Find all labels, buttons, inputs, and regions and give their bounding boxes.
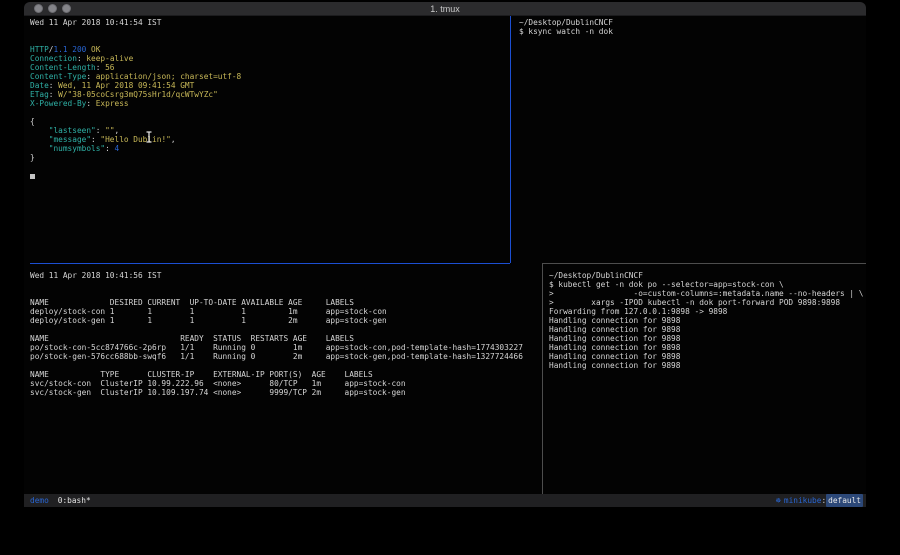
terminal-line: Content-Type: application/json; charset=… <box>30 72 510 81</box>
terminal-line: Handling connection for 9898 <box>549 343 866 352</box>
terminal-line: { <box>30 117 510 126</box>
terminal-line: Connection: keep-alive <box>30 54 510 63</box>
terminal-line: > -o=custom-columns=:metadata.name --no-… <box>549 289 866 298</box>
terminal-line: > xargs -IPOD kubectl -n dok port-forwar… <box>549 298 866 307</box>
terminal-line: $ kubectl get -n dok po --selector=app=s… <box>549 280 866 289</box>
terminal-line <box>30 325 542 334</box>
terminal-line: svc/stock-gen ClusterIP 10.109.197.74 <n… <box>30 388 542 397</box>
terminal-cursor <box>30 174 35 179</box>
terminal-line: Handling connection for 9898 <box>549 361 866 370</box>
pane-top-left-http-output[interactable]: Wed 11 Apr 2018 10:41:54 IST HTTP/1.1 200… <box>24 16 510 263</box>
session-name: demo <box>30 494 49 507</box>
terminal-line: Handling connection for 9898 <box>549 325 866 334</box>
terminal-line: } <box>30 153 510 162</box>
terminal-line: NAME DESIRED CURRENT UP-TO-DATE AVAILABL… <box>30 298 542 307</box>
window-titlebar[interactable]: 1. tmux <box>24 2 866 16</box>
terminal-line <box>30 162 510 171</box>
close-button[interactable] <box>34 4 43 13</box>
terminal-line <box>30 108 510 117</box>
zoom-button[interactable] <box>62 4 71 13</box>
terminal-line: Wed 11 Apr 2018 10:41:54 IST <box>30 18 510 27</box>
kube-context: minikube <box>784 494 822 507</box>
terminal-line <box>30 36 510 45</box>
pane-bottom-right-port-forward[interactable]: ~/Desktop/DublinCNCF$ kubectl get -n dok… <box>545 264 866 495</box>
terminal-line: Wed 11 Apr 2018 10:41:56 IST <box>30 271 542 280</box>
terminal-line: po/stock-con-5cc874766c-2p6rp 1/1 Runnin… <box>30 343 542 352</box>
terminal-line: deploy/stock-con 1 1 1 1 1m app=stock-co… <box>30 307 542 316</box>
kubernetes-helm-icon: ☸ <box>776 494 781 507</box>
tmux-content-area: Wed 11 Apr 2018 10:41:54 IST HTTP/1.1 200… <box>24 16 866 495</box>
terminal-line: Handling connection for 9898 <box>549 316 866 325</box>
pane-divider-vertical-top[interactable] <box>510 16 511 263</box>
terminal-line <box>30 171 510 180</box>
kube-namespace-badge: default <box>826 494 863 507</box>
terminal-line: Content-Length: 56 <box>30 63 510 72</box>
terminal-line: $ ksync watch -n dok <box>519 27 866 36</box>
pane-top-right-ksync[interactable]: ~/Desktop/DublinCNCF$ ksync watch -n dok <box>514 16 866 263</box>
terminal-line: NAME READY STATUS RESTARTS AGE LABELS <box>30 334 542 343</box>
terminal-line: Handling connection for 9898 <box>549 334 866 343</box>
terminal-line: ETag: W/"38-05coCsrg3mQ75sHr1d/qcWTwYZc" <box>30 90 510 99</box>
terminal-line: "numsymbols": 4 <box>30 144 510 153</box>
terminal-line: ~/Desktop/DublinCNCF <box>549 271 866 280</box>
terminal-line: po/stock-gen-576cc688bb-swqf6 1/1 Runnin… <box>30 352 542 361</box>
desktop-background: 1. tmux Wed 11 Apr 2018 10:41:54 IST HTTP… <box>0 0 900 555</box>
terminal-line <box>30 27 510 36</box>
terminal-line <box>30 361 542 370</box>
pane-bottom-left-kubectl-get[interactable]: Wed 11 Apr 2018 10:41:56 IST NAME DESIRED… <box>24 264 542 495</box>
terminal-line: Handling connection for 9898 <box>549 352 866 361</box>
tmux-status-bar: demo 0:bash* ☸ minikube : default <box>24 494 866 507</box>
terminal-line <box>30 280 542 289</box>
terminal-line: "message": "Hello Dublin!", <box>30 135 510 144</box>
terminal-line: deploy/stock-gen 1 1 1 1 2m app=stock-ge… <box>30 316 542 325</box>
terminal-line <box>30 289 542 298</box>
terminal-line: svc/stock-con ClusterIP 10.99.222.96 <no… <box>30 379 542 388</box>
traffic-light-buttons <box>24 4 71 13</box>
terminal-line: NAME TYPE CLUSTER-IP EXTERNAL-IP PORT(S)… <box>30 370 542 379</box>
terminal-line: HTTP/1.1 200 OK <box>30 45 510 54</box>
active-window-label[interactable]: 0:bash* <box>58 494 91 507</box>
terminal-line: "lastseen": "", <box>30 126 510 135</box>
minimize-button[interactable] <box>48 4 57 13</box>
terminal-line: Forwarding from 127.0.0.1:9898 -> 9898 <box>549 307 866 316</box>
window-title: 1. tmux <box>24 4 866 14</box>
terminal-window: 1. tmux Wed 11 Apr 2018 10:41:54 IST HTTP… <box>24 2 866 507</box>
mouse-cursor <box>145 128 153 147</box>
terminal-line: ~/Desktop/DublinCNCF <box>519 18 866 27</box>
terminal-line: Date: Wed, 11 Apr 2018 09:41:54 GMT <box>30 81 510 90</box>
terminal-line: X-Powered-By: Express <box>30 99 510 108</box>
pane-divider-vertical-bottom[interactable] <box>542 264 543 495</box>
